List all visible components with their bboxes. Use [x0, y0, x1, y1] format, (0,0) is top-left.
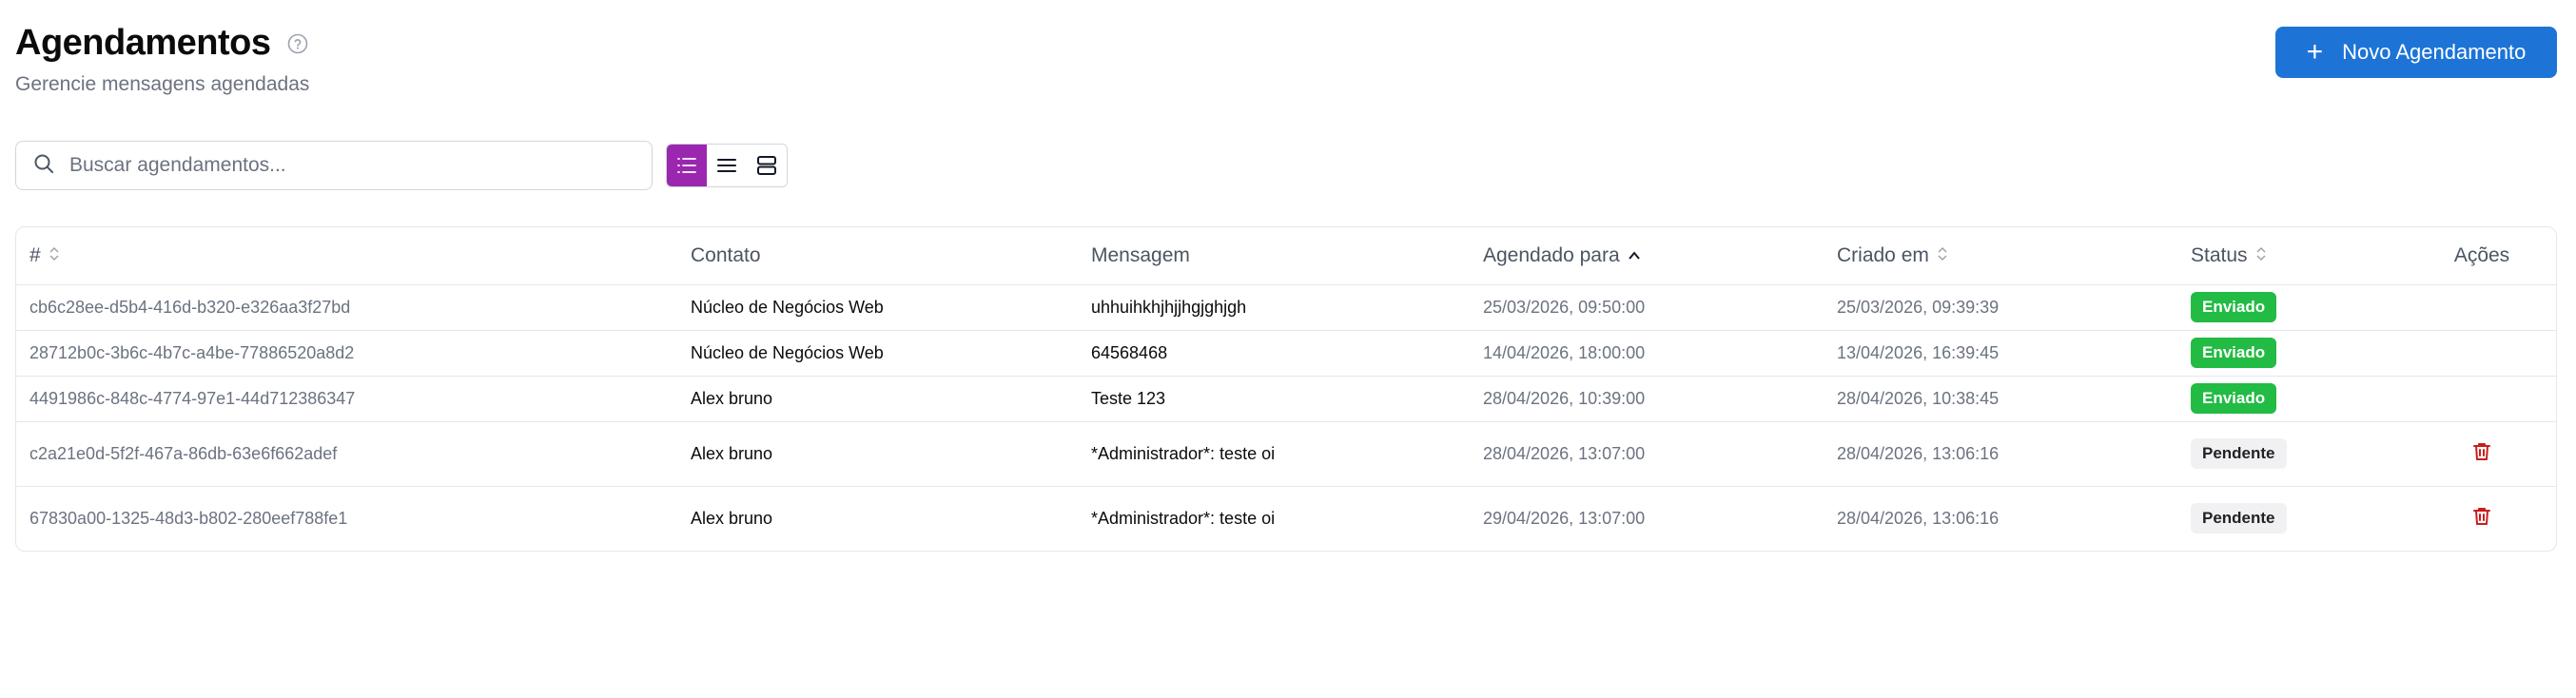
- table-row: 4491986c-848c-4774-97e1-44d712386347 Ale…: [16, 376, 2556, 421]
- list-view-icon: [677, 158, 696, 173]
- row-id: cb6c28ee-d5b4-416d-b320-e326aa3f27bd: [29, 297, 351, 317]
- row-created: 28/04/2026, 13:06:16: [1837, 443, 2000, 463]
- cards-view-icon: [757, 156, 776, 175]
- column-header-message: Mensagem: [1078, 227, 1470, 285]
- plus-icon: +: [2306, 36, 2324, 68]
- table-row: c2a21e0d-5f2f-467a-86db-63e6f662adef Ale…: [16, 421, 2556, 486]
- sort-ascending-icon: [1628, 244, 1641, 267]
- status-badge: Enviado: [2191, 338, 2277, 368]
- view-list-button[interactable]: [667, 145, 707, 186]
- row-status: Enviado: [2177, 330, 2406, 376]
- status-badge: Enviado: [2191, 292, 2277, 322]
- row-contact: Alex bruno: [691, 388, 773, 408]
- status-badge: Pendente: [2191, 503, 2287, 534]
- status-badge: Enviado: [2191, 383, 2277, 414]
- row-id: 4491986c-848c-4774-97e1-44d712386347: [29, 388, 356, 408]
- compact-view-icon: [717, 159, 736, 172]
- new-schedule-button[interactable]: + Novo Agendamento: [2275, 27, 2557, 78]
- row-contact: Alex bruno: [691, 508, 773, 528]
- page-header: Agendamentos Gerencie mensagens agendada…: [15, 23, 2557, 108]
- row-message: Teste 123: [1091, 388, 1166, 408]
- row-scheduled: 28/04/2026, 13:07:00: [1483, 443, 1646, 463]
- table-row: 28712b0c-3b6c-4b7c-a4be-77886520a8d2 Núc…: [16, 330, 2556, 376]
- row-message: *Administrador*: teste oi: [1091, 508, 1276, 528]
- view-cards-button[interactable]: [747, 145, 787, 186]
- row-actions: [2406, 284, 2556, 330]
- search-icon: [33, 153, 54, 179]
- schedules-table: # Contato Mensagem Agendado para Criado …: [15, 226, 2557, 552]
- search-input[interactable]: [68, 153, 633, 178]
- row-contact: Alex bruno: [691, 443, 773, 463]
- table-header-row: # Contato Mensagem Agendado para Criado …: [16, 227, 2556, 285]
- table-row: 67830a00-1325-48d3-b802-280eef788fe1 Ale…: [16, 486, 2556, 551]
- row-status: Enviado: [2177, 284, 2406, 330]
- row-created: 13/04/2026, 16:39:45: [1837, 342, 2000, 362]
- table-row: cb6c28ee-d5b4-416d-b320-e326aa3f27bd Núc…: [16, 284, 2556, 330]
- column-header-created[interactable]: Criado em: [1824, 227, 2177, 285]
- row-actions: [2406, 330, 2556, 376]
- column-header-scheduled[interactable]: Agendado para: [1470, 227, 1824, 285]
- row-id: 28712b0c-3b6c-4b7c-a4be-77886520a8d2: [29, 342, 355, 362]
- help-icon[interactable]: [287, 33, 308, 54]
- page-title: Agendamentos: [15, 23, 271, 63]
- delete-icon[interactable]: [2470, 505, 2493, 528]
- row-actions: [2406, 376, 2556, 421]
- row-created: 25/03/2026, 09:39:39: [1837, 297, 2000, 317]
- column-header-contact: Contato: [677, 227, 1078, 285]
- search-box[interactable]: [15, 141, 653, 190]
- row-created: 28/04/2026, 13:06:16: [1837, 508, 2000, 528]
- row-status: Enviado: [2177, 376, 2406, 421]
- column-header-actions: Ações: [2406, 227, 2556, 285]
- row-status: Pendente: [2177, 421, 2406, 486]
- row-id: c2a21e0d-5f2f-467a-86db-63e6f662adef: [29, 443, 338, 463]
- row-id: 67830a00-1325-48d3-b802-280eef788fe1: [29, 508, 348, 528]
- row-scheduled: 14/04/2026, 18:00:00: [1483, 342, 1646, 362]
- row-actions: [2406, 421, 2556, 486]
- delete-icon[interactable]: [2470, 440, 2493, 463]
- sort-icon: [49, 244, 60, 267]
- column-header-status[interactable]: Status: [2177, 227, 2406, 285]
- title-row: Agendamentos: [15, 23, 2557, 64]
- view-compact-button[interactable]: [707, 145, 747, 186]
- row-actions: [2406, 486, 2556, 551]
- new-schedule-label: Novo Agendamento: [2342, 40, 2527, 64]
- row-scheduled: 29/04/2026, 13:07:00: [1483, 508, 1646, 528]
- row-message: *Administrador*: teste oi: [1091, 443, 1276, 463]
- sort-icon: [2255, 244, 2267, 267]
- row-message: uhhuihkhjhjjhgjghjgh: [1091, 297, 1247, 317]
- row-created: 28/04/2026, 10:38:45: [1837, 388, 2000, 408]
- row-contact: Núcleo de Negócios Web: [691, 342, 884, 362]
- column-header-id[interactable]: #: [16, 227, 677, 285]
- row-status: Pendente: [2177, 486, 2406, 551]
- sort-icon: [1937, 244, 1948, 267]
- row-message: 64568468: [1091, 342, 1168, 362]
- toolbar: [15, 141, 788, 190]
- status-badge: Pendente: [2191, 438, 2287, 469]
- row-contact: Núcleo de Negócios Web: [691, 297, 884, 317]
- row-scheduled: 28/04/2026, 10:39:00: [1483, 388, 1646, 408]
- page-subtitle: Gerencie mensagens agendadas: [15, 73, 310, 95]
- row-scheduled: 25/03/2026, 09:50:00: [1483, 297, 1646, 317]
- view-mode-toggle: [666, 144, 788, 187]
